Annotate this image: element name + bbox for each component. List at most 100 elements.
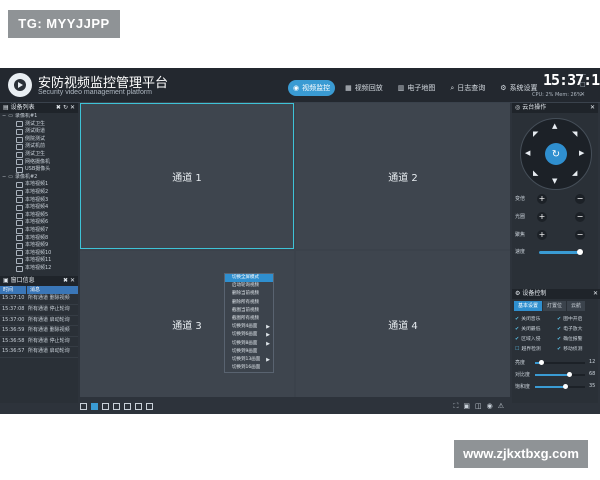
focus-far-button[interactable]: − [575,229,585,240]
iris-open-button[interactable]: + [537,211,547,222]
menu-item[interactable]: 切换到13画面 ▶ [225,356,273,364]
minimize-icon[interactable]: — [580,71,586,78]
fullscreen-icon[interactable]: ⛶ [453,402,458,411]
checkbox-checked-icon[interactable]: ✔ [557,316,561,322]
arrow-right-icon[interactable]: ▶ [579,149,584,157]
channel-cell-4[interactable]: 通道 4 [296,251,510,397]
tree-item[interactable]: 本地视频6 [2,219,78,227]
maximize-icon[interactable]: □ [580,81,586,88]
slider-handle[interactable] [563,384,568,389]
nav-item[interactable]: ▦ 视频回放 [340,80,388,96]
speed-slider-handle[interactable] [576,249,583,255]
layout-4-button[interactable] [91,402,98,410]
device-tab[interactable]: 云航 [567,301,586,311]
sound-icon[interactable]: ◉ [487,402,493,411]
layout-8-button[interactable] [113,402,120,410]
checkbox-item[interactable]: ✔ 确位报警 [557,335,582,343]
tree-item[interactable]: 本地视频4 [2,204,78,212]
nav-item[interactable]: ⌕ 日志查询 [445,80,490,96]
menu-item[interactable]: 切换全屏模式 [225,274,273,283]
tree-item[interactable]: 本地视频8 [2,235,78,243]
close-icon[interactable]: ✕ [580,91,586,98]
tree-item[interactable]: 本地视频7 [2,227,78,235]
tree-item[interactable]: 本地视频1 [2,181,78,189]
checkbox-item[interactable]: ✔ 关闭音乐 [515,315,540,323]
layout-16-button[interactable] [146,402,153,410]
refresh-icon[interactable]: ↻ [63,103,68,113]
speed-slider[interactable] [539,249,584,255]
zoom-out-button[interactable]: − [575,193,585,204]
menu-item[interactable]: 删除所有视频 [225,299,273,307]
tree-item[interactable]: 测试街道 [2,128,78,136]
arrow-left-icon[interactable]: ◀ [525,149,530,157]
slider-handle[interactable] [539,360,544,365]
arrow-up-right-icon[interactable]: ◥ [572,130,577,138]
delete-icon[interactable]: ✖ [63,276,68,286]
record-icon[interactable]: ◫ [475,402,482,411]
slider-track[interactable] [535,360,585,365]
menu-item[interactable]: 截图当前视频 [225,307,273,315]
checkbox-item[interactable]: ✔ 移动侦测 [557,345,582,353]
menu-item[interactable]: 截图所有视频 [225,315,273,323]
close-icon[interactable]: ✕ [590,103,595,113]
tree-item[interactable]: 本地视频3 [2,197,78,205]
tree-item[interactable]: 测试机前 [2,143,78,151]
tree-item[interactable]: 本地视频9 [2,242,78,250]
tree-item[interactable]: USB摄像头 [2,166,78,174]
ptz-direction-pad[interactable]: ▲ ▼ ◀ ▶ ◤ ◥ ◣ ◢ ↻ [520,118,592,190]
menu-item[interactable]: 切换到4画面 ▶ [225,323,273,331]
zoom-in-button[interactable]: + [537,193,547,204]
device-tab[interactable]: 灯置位 [543,301,567,311]
layout-9-button[interactable] [124,402,131,410]
tree-item[interactable]: 本地视频2 [2,189,78,197]
checkbox-item[interactable]: ✔ 区域入侵 [515,335,540,343]
delete-icon[interactable]: ✖ [56,103,61,113]
tree-group[interactable]: − ▭ 录像机#1 [2,113,78,121]
collapse-icon[interactable]: − [2,113,6,121]
channel-cell-1[interactable]: 通道 1 [80,103,294,249]
checkbox-checked-icon[interactable]: ✔ [557,326,561,332]
slider-track[interactable] [535,384,585,389]
checkbox-checked-icon[interactable]: ✔ [515,336,519,342]
tree-item[interactable]: 本地视频12 [2,265,78,273]
checkbox-unchecked-icon[interactable]: ☐ [515,346,519,352]
checkbox-checked-icon[interactable]: ✔ [557,336,561,342]
checkbox-checked-icon[interactable]: ✔ [515,326,519,332]
checkbox-item[interactable]: ✔ 关闭最低 [515,325,540,333]
iris-close-button[interactable]: − [575,211,585,222]
ptz-auto-rotate-icon[interactable]: ↻ [545,143,567,165]
nav-item[interactable]: ▥ 电子地图 [393,80,441,96]
tree-item[interactable]: 测试卫生 [2,151,78,159]
arrow-down-icon[interactable]: ▼ [552,177,557,185]
focus-near-button[interactable]: + [537,229,547,240]
checkbox-checked-icon[interactable]: ✔ [515,316,519,322]
collapse-icon[interactable]: − [2,174,6,182]
checkbox-item[interactable]: ✔ 图中开启 [557,315,582,323]
arrow-up-left-icon[interactable]: ◤ [533,130,538,138]
layout-6-button[interactable] [102,402,109,410]
device-tab[interactable]: 基本设置 [514,301,543,311]
warning-icon[interactable]: ⚠ [498,402,504,411]
snapshot-icon[interactable]: ▣ [463,402,470,411]
channel-cell-2[interactable]: 通道 2 [296,103,510,249]
checkbox-checked-icon[interactable]: ✔ [557,346,561,352]
close-icon[interactable]: ✕ [593,289,598,299]
layout-13-button[interactable] [135,402,142,410]
checkbox-item[interactable]: ☐ 越界检测 [515,345,541,353]
layout-1-button[interactable] [80,402,87,410]
menu-item[interactable]: 切换到16画面 [225,364,273,372]
menu-item[interactable]: 切换到8画面 ▶ [225,340,273,348]
tree-item[interactable]: 本地视频11 [2,257,78,265]
menu-item[interactable]: 切换到6画面 ▶ [225,331,273,339]
nav-item[interactable]: ◉ 视频监控 [288,80,336,96]
menu-item[interactable]: 启动轮询视频 [225,282,273,290]
close-icon[interactable]: ✕ [70,103,75,113]
menu-item[interactable]: 切换到9画面 [225,348,273,356]
arrow-down-left-icon[interactable]: ◣ [533,169,538,177]
slider-handle[interactable] [567,372,572,377]
arrow-down-right-icon[interactable]: ◢ [572,169,577,177]
arrow-up-icon[interactable]: ▲ [552,122,557,130]
menu-item[interactable]: 删除当前视频 [225,290,273,298]
slider-track[interactable] [535,372,585,377]
checkbox-item[interactable]: ✔ 电子放大 [557,325,582,333]
